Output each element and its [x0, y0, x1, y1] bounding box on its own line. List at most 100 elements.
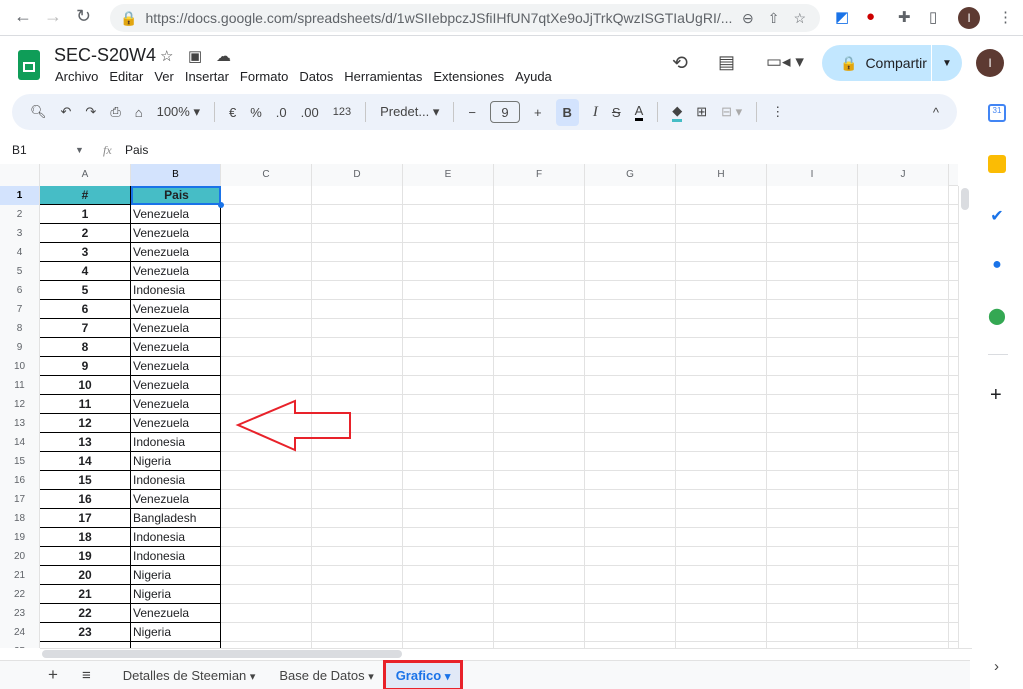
cell-pais[interactable]: Venezuela: [131, 300, 221, 319]
cell-pais[interactable]: Venezuela: [131, 319, 221, 338]
cell[interactable]: [767, 623, 858, 642]
cell[interactable]: [221, 623, 312, 642]
cell-number[interactable]: 11: [40, 395, 131, 414]
column-header-j[interactable]: J: [858, 164, 949, 186]
meet-icon[interactable]: ▭◂ ▾: [766, 52, 804, 72]
cell[interactable]: [767, 300, 858, 319]
cell-number[interactable]: 13: [40, 433, 131, 452]
cell[interactable]: [676, 452, 767, 471]
cell-number[interactable]: 2: [40, 224, 131, 243]
cell[interactable]: [676, 395, 767, 414]
cell[interactable]: [403, 490, 494, 509]
row-number[interactable]: 4: [0, 243, 40, 262]
cell[interactable]: [221, 509, 312, 528]
cell[interactable]: [767, 452, 858, 471]
cell[interactable]: [767, 205, 858, 224]
cell-number[interactable]: 22: [40, 604, 131, 623]
cell[interactable]: [585, 414, 676, 433]
cell[interactable]: [312, 338, 403, 357]
cell[interactable]: [221, 281, 312, 300]
cell[interactable]: [676, 490, 767, 509]
cell[interactable]: [858, 243, 949, 262]
document-title[interactable]: SEC-S20W4: [54, 45, 156, 66]
menu-datos[interactable]: Datos: [299, 69, 333, 84]
cell[interactable]: [494, 281, 585, 300]
cell[interactable]: [767, 604, 858, 623]
cell[interactable]: [676, 547, 767, 566]
cell[interactable]: [221, 604, 312, 623]
cell[interactable]: [494, 376, 585, 395]
cell-pais[interactable]: Venezuela: [131, 414, 221, 433]
row-number[interactable]: 21: [0, 566, 40, 585]
cell-number[interactable]: 3: [40, 243, 131, 262]
cell[interactable]: [221, 376, 312, 395]
cell-pais[interactable]: Indonesia: [131, 471, 221, 490]
fill-color-icon[interactable]: ◆: [672, 103, 683, 122]
cell[interactable]: [403, 319, 494, 338]
print-icon[interactable]: ⎙: [110, 104, 120, 120]
row-number[interactable]: 6: [0, 281, 40, 300]
cell[interactable]: [494, 224, 585, 243]
cell[interactable]: [767, 357, 858, 376]
cell[interactable]: [403, 414, 494, 433]
cell-number[interactable]: 16: [40, 490, 131, 509]
cell-pais[interactable]: Venezuela: [131, 490, 221, 509]
sidepanel-icon[interactable]: ▯: [929, 8, 937, 26]
cell[interactable]: [767, 414, 858, 433]
menu-herramientas[interactable]: Herramientas: [344, 69, 422, 84]
cell[interactable]: [585, 376, 676, 395]
cell[interactable]: [767, 585, 858, 604]
cell[interactable]: [403, 585, 494, 604]
cell[interactable]: [767, 243, 858, 262]
cell[interactable]: [403, 224, 494, 243]
cell[interactable]: [221, 490, 312, 509]
cell[interactable]: [858, 433, 949, 452]
cell-number[interactable]: 18: [40, 528, 131, 547]
cell-number[interactable]: 8: [40, 338, 131, 357]
vertical-scrollbar[interactable]: [958, 186, 972, 648]
cell[interactable]: [494, 604, 585, 623]
cell[interactable]: [676, 509, 767, 528]
borders-icon[interactable]: ⊞: [696, 104, 707, 120]
cell-pais[interactable]: Venezuela: [131, 357, 221, 376]
menu-formato[interactable]: Formato: [240, 69, 288, 84]
sheet-tab-base-de-datos[interactable]: Base de Datos ▾: [279, 668, 373, 683]
cell-number[interactable]: 19: [40, 547, 131, 566]
calendar-icon[interactable]: 31: [988, 104, 1006, 122]
cell[interactable]: [494, 585, 585, 604]
more-menu-icon[interactable]: ⋮: [998, 8, 1013, 26]
cell[interactable]: [676, 528, 767, 547]
row-number[interactable]: 17: [0, 490, 40, 509]
cell-number[interactable]: 10: [40, 376, 131, 395]
cell[interactable]: [676, 281, 767, 300]
formula-input[interactable]: Pais: [125, 143, 148, 157]
cell-number[interactable]: 6: [40, 300, 131, 319]
share-button[interactable]: 🔒 Compartir ▼: [822, 45, 962, 81]
cell[interactable]: [585, 357, 676, 376]
name-box[interactable]: B1: [0, 143, 75, 157]
account-avatar[interactable]: I: [976, 49, 1004, 77]
share-dropdown-icon[interactable]: ▼: [932, 58, 962, 69]
cell[interactable]: [221, 585, 312, 604]
add-addon-icon[interactable]: +: [990, 384, 1002, 407]
cell[interactable]: [221, 300, 312, 319]
cell[interactable]: [312, 281, 403, 300]
cell[interactable]: [221, 262, 312, 281]
cell[interactable]: [494, 319, 585, 338]
row-number[interactable]: 23: [0, 604, 40, 623]
row-number[interactable]: 9: [0, 338, 40, 357]
row-number[interactable]: 25: [0, 642, 40, 648]
cell[interactable]: [585, 433, 676, 452]
cell-number[interactable]: 1: [40, 205, 131, 224]
cell[interactable]: [858, 414, 949, 433]
cell[interactable]: [494, 357, 585, 376]
cell[interactable]: [858, 547, 949, 566]
cell[interactable]: [767, 224, 858, 243]
cell[interactable]: [312, 490, 403, 509]
decrease-font-size-button[interactable]: −: [468, 105, 476, 120]
cell[interactable]: [585, 243, 676, 262]
profile-avatar[interactable]: I: [958, 7, 980, 29]
search-icon[interactable]: 🔍︎: [30, 104, 47, 120]
cell[interactable]: [676, 262, 767, 281]
cell[interactable]: [585, 547, 676, 566]
